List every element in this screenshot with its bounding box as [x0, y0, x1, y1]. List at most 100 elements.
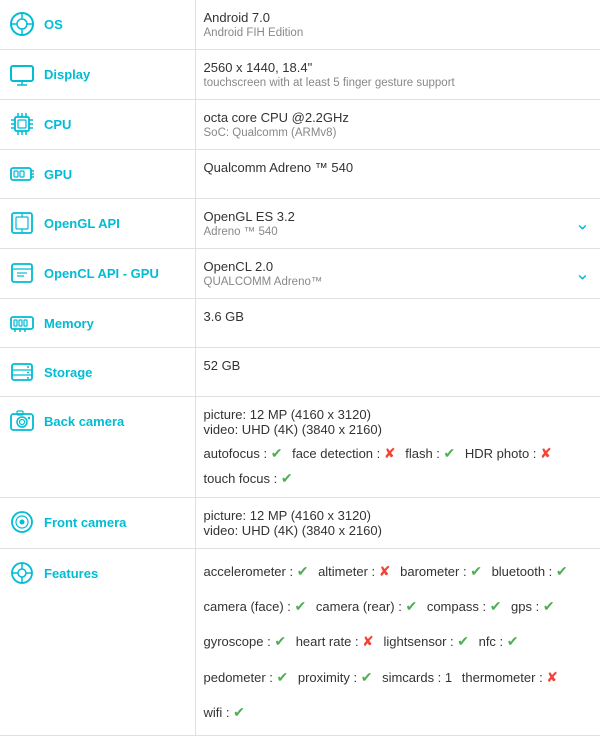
row-os: OS Android 7.0 Android FIH Edition: [0, 0, 600, 50]
label-text-opengl: OpenGL API: [44, 216, 120, 231]
value-cell-memory: 3.6 GB: [195, 299, 600, 348]
check-icon: ✔: [274, 633, 286, 649]
value-sub-opengl: Adreno ™ 540: [204, 226, 593, 238]
value-sub-opencl: QUALCOMM Adreno™: [204, 276, 593, 288]
row-cpu: CPU octa core CPU @2.2GHz SoC: Qualcomm …: [0, 100, 600, 150]
check-icon: ✔: [543, 598, 555, 614]
check-icon: ✔: [297, 563, 309, 579]
cross-icon: ✘: [384, 445, 396, 461]
feature-item: barometer : ✔: [400, 564, 482, 579]
check-icon: ✔: [271, 445, 283, 461]
feature-line-3: pedometer : ✔ proximity : ✔ simcards : 1…: [204, 665, 593, 690]
value-cell-display: 2560 x 1440, 18.4" touchscreen with at l…: [195, 50, 600, 100]
feature-item: lightsensor : ✔: [384, 634, 469, 649]
row-opencl: OpenCL API - GPU OpenCL 2.0 QUALCOMM Adr…: [0, 249, 600, 299]
feature-item: gps : ✔: [511, 599, 555, 614]
feature-item: accelerometer : ✔: [204, 564, 309, 579]
row-memory: Memory 3.6 GB: [0, 299, 600, 348]
feature-item: autofocus : ✔: [204, 446, 283, 461]
value-cell-cpu: octa core CPU @2.2GHz SoC: Qualcomm (ARM…: [195, 100, 600, 150]
feature-item: bluetooth : ✔: [492, 564, 568, 579]
label-text-storage: Storage: [44, 365, 92, 380]
feature-line-1: camera (face) : ✔ camera (rear) : ✔ comp…: [204, 594, 593, 619]
label-text-os: OS: [44, 17, 63, 32]
row-storage: Storage 52 GB: [0, 348, 600, 397]
row-features: Features accelerometer : ✔ altimeter : ✘…: [0, 549, 600, 736]
value-cell-opencl: OpenCL 2.0 QUALCOMM Adreno™ ⌄: [195, 249, 600, 299]
check-icon: ✔: [281, 470, 293, 486]
chevron-down-icon[interactable]: ⌄: [575, 213, 590, 234]
check-icon: ✔: [470, 563, 482, 579]
chevron-down-icon[interactable]: ⌄: [575, 263, 590, 284]
back-camera-features: autofocus : ✔ face detection : ✘ flash :…: [204, 445, 593, 462]
value-sub-os: Android FIH Edition: [204, 27, 593, 39]
value-sub-cpu: SoC: Qualcomm (ARMv8): [204, 127, 593, 139]
value-cell-features: accelerometer : ✔ altimeter : ✘ baromete…: [195, 549, 600, 736]
row-gpu: GPU Qualcomm Adreno ™ 540: [0, 150, 600, 199]
cross-icon: ✘: [362, 633, 374, 649]
back-camera-icon: [8, 407, 36, 435]
front-camera-icon: [8, 508, 36, 536]
check-icon: ✔: [490, 598, 502, 614]
check-icon: ✔: [507, 633, 519, 649]
value-main-os: Android 7.0: [204, 10, 593, 25]
feature-item: touch focus : ✔: [204, 471, 293, 486]
row-front-camera: Front camera picture: 12 MP (4160 x 3120…: [0, 498, 600, 549]
display-icon: [8, 60, 36, 88]
feature-line-2: gyroscope : ✔ heart rate : ✘ lightsensor…: [204, 629, 593, 654]
label-text-cpu: CPU: [44, 117, 71, 132]
check-icon: ✔: [556, 563, 568, 579]
feature-item: simcards : 1: [382, 670, 452, 685]
feature-item: nfc : ✔: [479, 634, 519, 649]
value-cell-storage: 52 GB: [195, 348, 600, 397]
feature-item: heart rate : ✘: [296, 634, 374, 649]
opencl-icon: [8, 259, 36, 287]
feature-item: HDR photo : ✘: [465, 446, 552, 461]
label-text-memory: Memory: [44, 316, 94, 331]
value-main-opengl: OpenGL ES 3.2: [204, 209, 593, 224]
feature-item: altimeter : ✘: [318, 564, 390, 579]
memory-icon: [8, 309, 36, 337]
cpu-icon: [8, 110, 36, 138]
value-cell-back-camera: picture: 12 MP (4160 x 3120) video: UHD …: [195, 397, 600, 498]
opengl-icon: [8, 209, 36, 237]
cross-icon: ✘: [540, 445, 552, 461]
feature-item: pedometer : ✔: [204, 670, 289, 685]
gpu-icon: [8, 160, 36, 188]
feature-item: gyroscope : ✔: [204, 634, 287, 649]
feature-item: wifi : ✔: [204, 705, 245, 720]
label-text-opencl: OpenCL API - GPU: [44, 266, 159, 281]
label-text-features: Features: [44, 566, 98, 581]
feature-item: camera (rear) : ✔: [316, 599, 417, 614]
value-cell-gpu: Qualcomm Adreno ™ 540: [195, 150, 600, 199]
value-cell-front-camera: picture: 12 MP (4160 x 3120) video: UHD …: [195, 498, 600, 549]
features-icon: [8, 559, 36, 587]
check-icon: ✔: [277, 669, 289, 685]
row-opengl: OpenGL API OpenGL ES 3.2 Adreno ™ 540 ⌄: [0, 199, 600, 249]
row-display: Display 2560 x 1440, 18.4" touchscreen w…: [0, 50, 600, 100]
feature-item: flash : ✔: [405, 446, 455, 461]
cross-icon: ✘: [546, 669, 558, 685]
feature-line-0: accelerometer : ✔ altimeter : ✘ baromete…: [204, 559, 593, 584]
back-camera-vid: video: UHD (4K) (3840 x 2160): [204, 422, 593, 437]
value-main-memory: 3.6 GB: [204, 309, 593, 324]
value-cell-opengl: OpenGL ES 3.2 Adreno ™ 540 ⌄: [195, 199, 600, 249]
feature-item: proximity : ✔: [298, 670, 373, 685]
value-main-display: 2560 x 1440, 18.4": [204, 60, 593, 75]
value-main-opencl: OpenCL 2.0: [204, 259, 593, 274]
row-back-camera: Back camera picture: 12 MP (4160 x 3120)…: [0, 397, 600, 498]
check-icon: ✔: [361, 669, 373, 685]
feature-item: thermometer : ✘: [462, 670, 558, 685]
back-camera-pic: picture: 12 MP (4160 x 3120): [204, 407, 593, 422]
storage-icon: [8, 358, 36, 386]
label-text-front-camera: Front camera: [44, 515, 126, 530]
label-text-gpu: GPU: [44, 167, 72, 182]
value-main-cpu: octa core CPU @2.2GHz: [204, 110, 593, 125]
feature-item: compass : ✔: [427, 599, 502, 614]
front-camera-vid: video: UHD (4K) (3840 x 2160): [204, 523, 593, 538]
cross-icon: ✘: [379, 563, 391, 579]
label-text-back-camera: Back camera: [44, 414, 124, 429]
os-icon: [8, 10, 36, 38]
check-icon: ✔: [405, 598, 417, 614]
value-main-storage: 52 GB: [204, 358, 593, 373]
